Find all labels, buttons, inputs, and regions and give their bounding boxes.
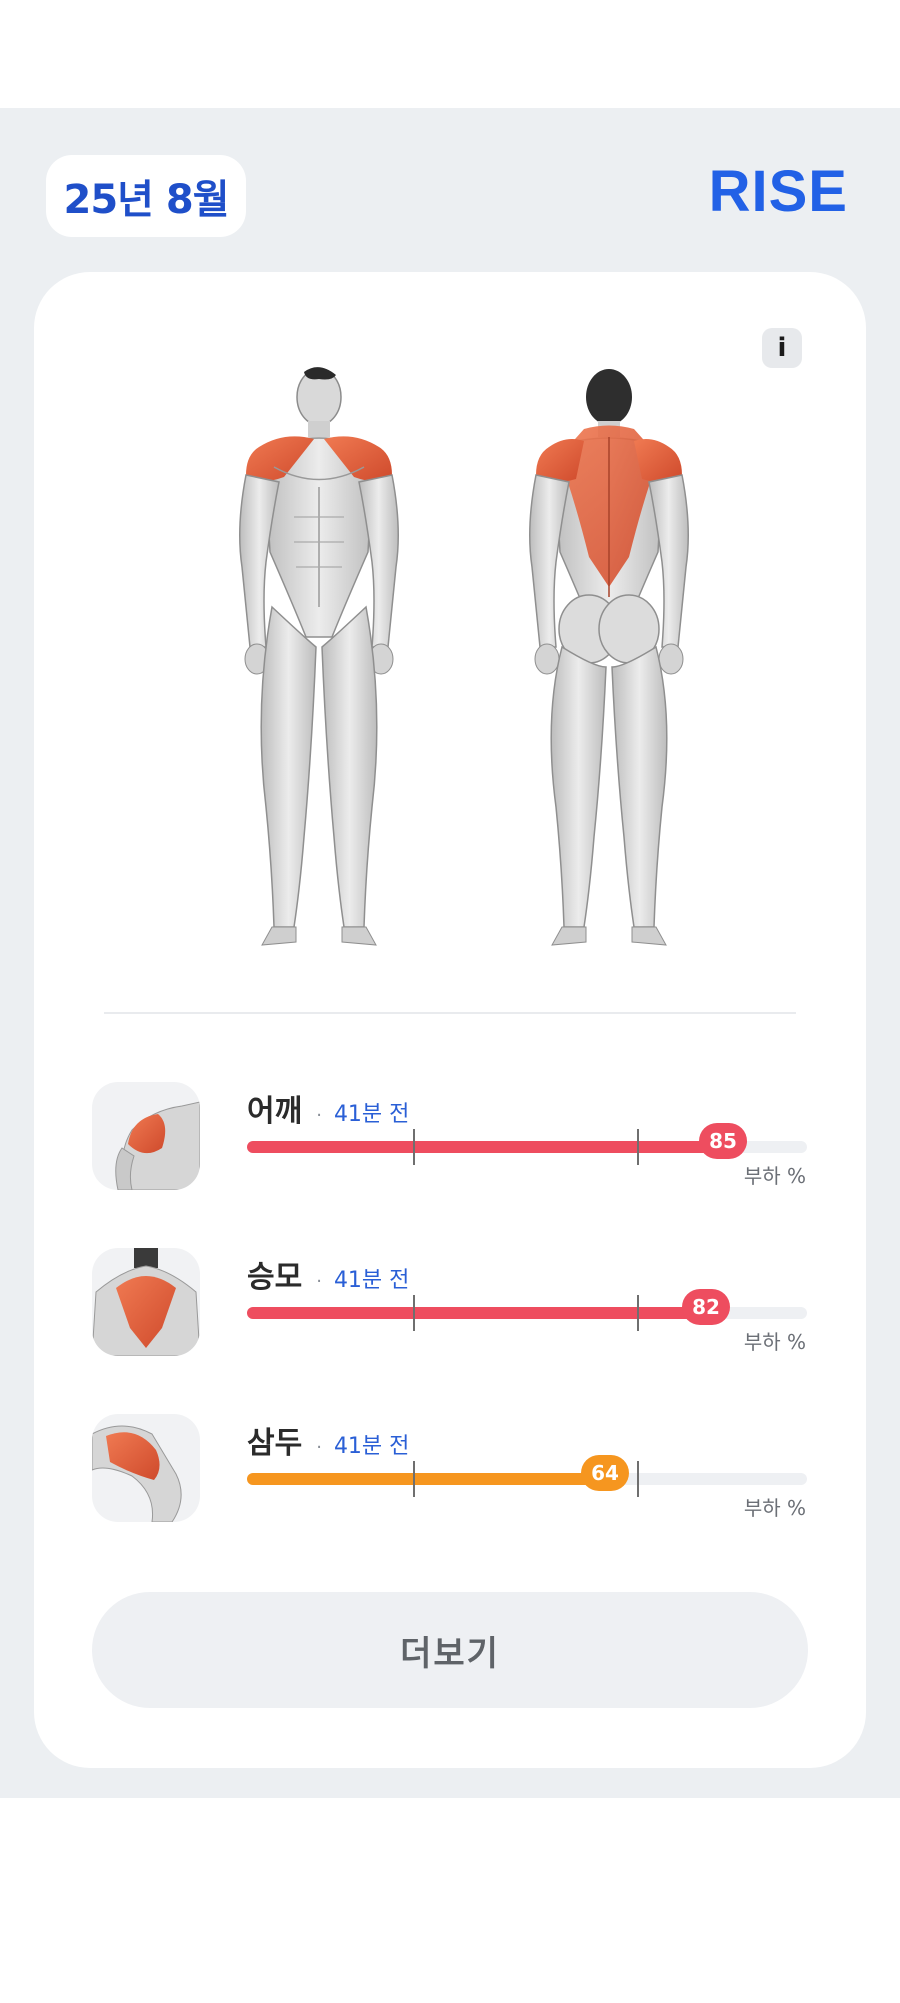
time-ago: 41분 전: [333, 1434, 410, 1459]
threshold-tick: [637, 1129, 639, 1165]
load-percent-label: 부하 %: [743, 1164, 806, 1188]
load-value-badge: 82: [682, 1289, 730, 1325]
row-title: 삼두 · 41분 전: [247, 1418, 409, 1462]
load-percent-label: 부하 %: [743, 1496, 806, 1520]
row-title: 어깨 · 41분 전: [247, 1086, 409, 1130]
front-body-figure: [239, 367, 399, 946]
threshold-tick: [413, 1461, 415, 1497]
load-bar-fill: [247, 1141, 723, 1153]
separator-dot: ·: [316, 1271, 322, 1292]
info-icon: i: [777, 333, 787, 363]
load-value-badge: 85: [699, 1123, 747, 1159]
row-title: 승모 · 41분 전: [247, 1252, 409, 1296]
date-selector[interactable]: 25년 8월: [46, 155, 246, 237]
load-value-badge: 64: [581, 1455, 629, 1491]
more-button[interactable]: 더보기: [92, 1592, 808, 1708]
load-bar-fill: [247, 1473, 605, 1485]
shoulder-thumbnail: [92, 1082, 200, 1190]
brand-logo: RISE: [708, 159, 848, 224]
muscle-name: 승모: [247, 1260, 303, 1295]
threshold-tick: [413, 1295, 415, 1331]
muscle-row-shoulder[interactable]: 어깨 · 41분 전 85 부하 %: [92, 1082, 822, 1192]
separator-dot: ·: [316, 1437, 322, 1458]
muscle-name: 어깨: [247, 1094, 303, 1129]
muscle-row-trapezius[interactable]: 승모 · 41분 전 82 부하 %: [92, 1248, 822, 1358]
trapezius-thumbnail: [92, 1248, 200, 1356]
section-divider: [104, 1012, 796, 1014]
load-bar: 82: [247, 1289, 807, 1331]
load-percent-label: 부하 %: [743, 1330, 806, 1354]
info-button[interactable]: i: [762, 328, 802, 368]
time-ago: 41분 전: [333, 1102, 410, 1127]
date-label: 25년 8월: [63, 177, 229, 223]
threshold-tick: [637, 1295, 639, 1331]
body-figures: [239, 367, 689, 946]
load-bar: 64: [247, 1455, 807, 1497]
threshold-tick: [413, 1129, 415, 1165]
load-bar: 85: [247, 1123, 807, 1165]
separator-dot: ·: [316, 1105, 322, 1126]
threshold-tick: [637, 1461, 639, 1497]
back-body-figure: [529, 369, 689, 946]
muscle-summary-card: i 어깨 · 41분 전 85 부하 % 승모 · 41분 전 82 부하 % …: [34, 272, 866, 1768]
time-ago: 41분 전: [333, 1268, 410, 1293]
triceps-thumbnail: [92, 1414, 200, 1522]
muscle-row-triceps[interactable]: 삼두 · 41분 전 64 부하 %: [92, 1414, 822, 1524]
muscle-name: 삼두: [247, 1426, 303, 1461]
